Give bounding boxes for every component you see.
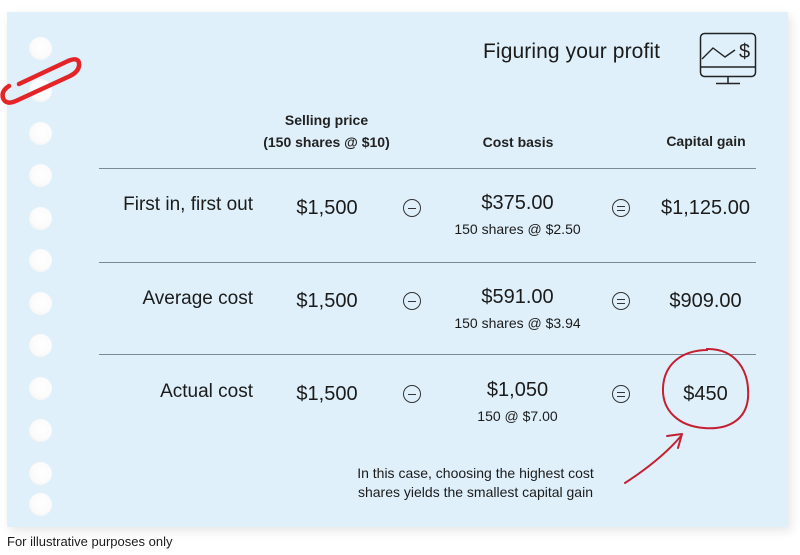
selling-price-value: $1,500 [296,383,358,405]
divider [99,262,756,263]
binder-hole [29,207,52,230]
cost-basis-detail: 150 @ $7.00 [477,408,558,424]
annotation-note: In this case, choosing the highest cost … [333,464,618,502]
row-method-average-cost: Average cost [142,288,253,309]
paperclip-icon [0,57,82,105]
notebook-paper [7,12,788,527]
cost-basis-detail: 150 shares @ $3.94 [454,315,581,331]
divider [99,354,756,355]
binder-hole [29,292,52,315]
page-title: Figuring your profit [483,40,661,63]
binder-hole [29,462,52,485]
disclaimer-footer: For illustrative purposes only [7,534,173,549]
note-line: In this case, choosing the highest cost [357,465,594,481]
note-line: shares yields the smallest capital gain [357,484,593,500]
selling-price-value: $1,500 [296,290,358,312]
capital-gain-value: $909.00 [669,290,742,312]
row-method-actual-cost: Actual cost [160,381,253,402]
svg-text:$: $ [739,41,750,63]
equals-circle-icon [612,385,630,403]
cost-basis-detail: 150 shares @ $2.50 [454,221,581,237]
column-header-capital-gain: Capital gain [666,133,746,149]
column-header-cost-basis: Cost basis [482,134,554,150]
cost-basis-value: $1,050 [486,379,549,401]
binder-hole [29,164,52,187]
monitor-chart-dollar-icon: $ [699,32,757,85]
binder-hole [29,419,52,442]
selling-price-value: $1,500 [296,197,358,219]
capital-gain-value: $450 [683,383,728,405]
header-line: (150 shares @ $10) [263,134,390,150]
minus-circle-icon [403,292,421,310]
cost-basis-value: $591.00 [481,286,554,308]
capital-gain-value: $1,125.00 [661,197,750,219]
binder-hole [29,377,52,400]
cost-basis-value: $375.00 [481,192,554,214]
binder-hole [29,493,52,516]
binder-hole [29,334,52,357]
minus-circle-icon [403,385,421,403]
equals-circle-icon [612,199,630,217]
column-header-selling-price: Selling price (150 shares @ $10) [240,109,413,153]
minus-circle-icon [403,199,421,217]
binder-hole [29,122,52,145]
header-line: Selling price [284,112,369,128]
divider [99,168,756,169]
row-method-fifo: First in, first out [123,194,253,215]
binder-hole [29,249,52,272]
equals-circle-icon [612,292,630,310]
